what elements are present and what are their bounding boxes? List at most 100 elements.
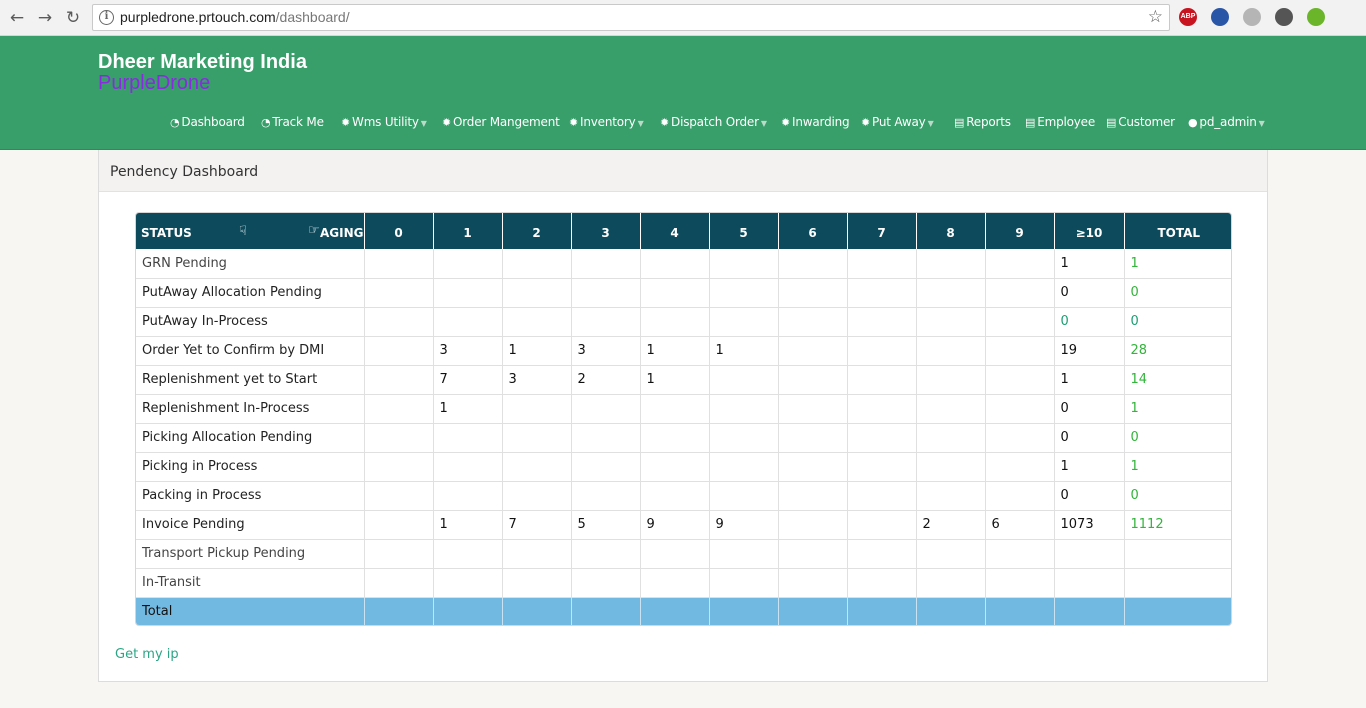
company-name[interactable]: Dheer Marketing India bbox=[98, 51, 307, 74]
gear-icon: ✹ bbox=[660, 116, 670, 129]
row-status-label: Packing in Process bbox=[136, 481, 365, 511]
row-status-label: Replenishment In-Process bbox=[136, 394, 365, 424]
aging-cell bbox=[571, 307, 641, 337]
menu-item-order-mangement[interactable]: ✹ Order Mangement bbox=[442, 115, 560, 129]
aging-cell bbox=[847, 452, 917, 482]
hand-down-icon[interactable]: ☟ bbox=[239, 224, 247, 239]
bookmark-star-icon[interactable]: ☆ bbox=[1148, 7, 1163, 27]
row-status-label: PutAway In-Process bbox=[136, 307, 365, 337]
aging-cell bbox=[847, 365, 917, 395]
aging-cell: 2 bbox=[916, 510, 986, 540]
column-header-label: 4 bbox=[670, 226, 679, 240]
caret-down-icon: ▼ bbox=[1258, 119, 1265, 128]
menu-item-customer[interactable]: ▤ Customer bbox=[1106, 115, 1175, 129]
row-status-label: Picking Allocation Pending bbox=[136, 423, 365, 453]
aging-cell bbox=[502, 249, 572, 279]
extension-download-icon[interactable] bbox=[1307, 8, 1325, 26]
forward-arrow-icon[interactable]: → bbox=[33, 6, 57, 30]
aging-cell bbox=[571, 249, 641, 279]
aging-cell bbox=[709, 278, 779, 308]
column-header: 5 bbox=[709, 213, 779, 249]
total-cell bbox=[985, 597, 1055, 625]
aging-cell bbox=[433, 568, 503, 598]
row-status-label: Order Yet to Confirm by DMI bbox=[136, 336, 365, 366]
column-header-label: TOTAL bbox=[1157, 226, 1201, 240]
menu-item-reports[interactable]: ▤ Reports bbox=[954, 115, 1011, 129]
get-my-ip-link[interactable]: Get my ip bbox=[115, 647, 179, 662]
aging-cell bbox=[364, 452, 434, 482]
total-cell bbox=[571, 597, 641, 625]
gear-icon: ✹ bbox=[341, 116, 351, 129]
menu-item-inventory[interactable]: ✹ Inventory ▼ bbox=[569, 115, 644, 129]
aging-cell bbox=[571, 481, 641, 511]
total-cell bbox=[433, 597, 503, 625]
panel-title: Pendency Dashboard bbox=[110, 164, 259, 180]
aging-10-plus-cell bbox=[1054, 568, 1125, 598]
aging-cell bbox=[778, 539, 848, 569]
aging-cell bbox=[847, 394, 917, 424]
aging-cell: 5 bbox=[571, 510, 641, 540]
aging-10-plus-cell: 1 bbox=[1054, 249, 1125, 279]
menu-item-put-away[interactable]: ✹ Put Away ▼ bbox=[861, 115, 934, 129]
menu-item-label: Dashboard bbox=[181, 115, 245, 129]
menu-item-label: Put Away bbox=[872, 115, 926, 129]
aging-cell bbox=[571, 423, 641, 453]
total-cell bbox=[709, 597, 779, 625]
menu-item-pd-admin[interactable]: ● pd_admin ▼ bbox=[1188, 115, 1265, 129]
aging-cell bbox=[571, 539, 641, 569]
adblock-icon[interactable]: ABP bbox=[1179, 8, 1197, 26]
aging-10-plus-cell: 0 bbox=[1054, 481, 1125, 511]
column-header: 2 bbox=[502, 213, 572, 249]
aging-cell bbox=[502, 278, 572, 308]
aging-cell bbox=[778, 452, 848, 482]
aging-cell bbox=[847, 336, 917, 366]
total-row: Total bbox=[136, 597, 1231, 625]
aging-cell bbox=[916, 539, 986, 569]
aging-10-plus-cell: 0 bbox=[1054, 307, 1125, 337]
aging-cell bbox=[778, 423, 848, 453]
pendency-table: STATUS ☟ ☞ AGING 0 1 2 3 4 5 6 7 8 9 ≥10 TOTAL GRN … bbox=[135, 212, 1232, 626]
aging-cell bbox=[571, 452, 641, 482]
extension-globe-icon[interactable] bbox=[1211, 8, 1229, 26]
column-header: TOTAL bbox=[1124, 213, 1231, 249]
row-status-label: Picking in Process bbox=[136, 452, 365, 482]
column-header-label: 7 bbox=[877, 226, 886, 240]
aging-cell: 3 bbox=[571, 336, 641, 366]
hand-right-icon[interactable]: ☞ bbox=[308, 223, 320, 238]
info-icon[interactable]: i bbox=[99, 10, 114, 25]
aging-cell bbox=[847, 481, 917, 511]
aging-cell bbox=[640, 481, 710, 511]
product-name[interactable]: PurpleDrone bbox=[98, 72, 210, 95]
address-url[interactable]: purpledrone.prtouch.com/dashboard/ bbox=[120, 9, 350, 25]
menu-item-track-me[interactable]: ◔ Track Me bbox=[261, 115, 324, 129]
menu-item-label: Wms Utility bbox=[352, 115, 419, 129]
address-bar[interactable]: i purpledrone.prtouch.com/dashboard/ ☆ bbox=[92, 4, 1170, 31]
menu-item-employee[interactable]: ▤ Employee bbox=[1025, 115, 1095, 129]
aging-cell bbox=[916, 423, 986, 453]
column-header-label: ≥10 bbox=[1075, 226, 1103, 240]
aging-cell bbox=[640, 568, 710, 598]
menu-item-dispatch-order[interactable]: ✹ Dispatch Order ▼ bbox=[660, 115, 767, 129]
aging-cell bbox=[502, 452, 572, 482]
back-arrow-icon[interactable]: ← bbox=[5, 6, 29, 30]
aging-cell: 3 bbox=[433, 336, 503, 366]
aging-cell bbox=[364, 568, 434, 598]
aging-cell bbox=[433, 249, 503, 279]
aging-cell bbox=[985, 481, 1055, 511]
table-row: Packing in Process 0 0 bbox=[136, 481, 1231, 511]
aging-cell bbox=[502, 423, 572, 453]
panel-header: Pendency Dashboard bbox=[99, 150, 1267, 192]
reload-icon[interactable]: ↻ bbox=[61, 6, 85, 30]
table-row: Invoice Pending 1 7 5 9 9 2 6 1073 1112 bbox=[136, 510, 1231, 540]
dashboard-icon: ◔ bbox=[261, 116, 271, 129]
aging-cell: 2 bbox=[571, 365, 641, 395]
aging-cell bbox=[364, 307, 434, 337]
menu-item-wms-utility[interactable]: ✹ Wms Utility ▼ bbox=[341, 115, 427, 129]
menu-item-dashboard[interactable]: ◔ Dashboard bbox=[170, 115, 245, 129]
menu-item-inwarding[interactable]: ✹ Inwarding bbox=[781, 115, 850, 129]
menu-item-label: Track Me bbox=[272, 115, 324, 129]
aging-cell bbox=[502, 481, 572, 511]
row-total-cell: 28 bbox=[1124, 336, 1231, 366]
extension-mail-icon[interactable] bbox=[1243, 8, 1261, 26]
extension-bug-icon[interactable] bbox=[1275, 8, 1293, 26]
